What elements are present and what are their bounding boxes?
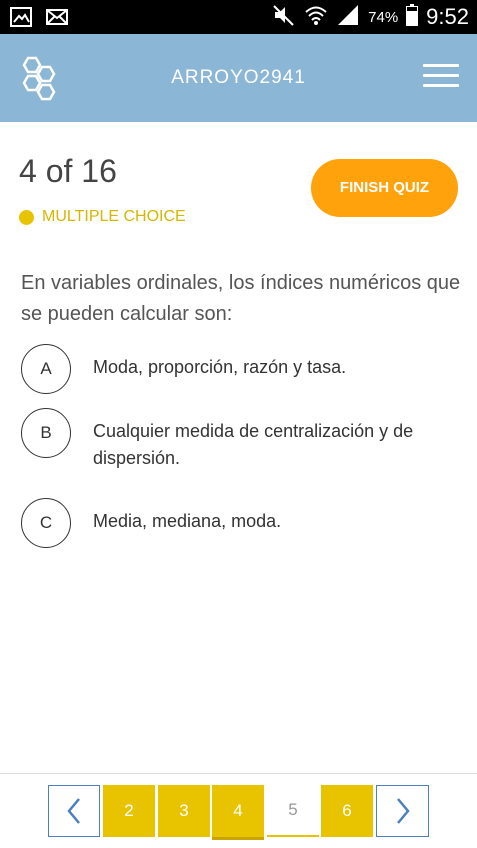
footer-divider: [0, 773, 477, 774]
option-c-text[interactable]: Media, mediana, moda.: [93, 498, 458, 548]
option-b-letter[interactable]: B: [21, 408, 71, 458]
signal-icon: [336, 3, 360, 32]
page-button-5[interactable]: 5: [267, 785, 319, 837]
battery-icon: [406, 3, 419, 31]
wifi-icon: [304, 3, 328, 32]
battery-percentage: 74%: [368, 8, 399, 26]
page-button-4-current[interactable]: 4: [212, 785, 264, 840]
mute-icon: [272, 3, 296, 32]
question-type-label: MULTIPLE CHOICE: [42, 208, 186, 225]
mail-icon: [46, 7, 68, 32]
status-bar: 74% 9:52: [0, 0, 477, 34]
header-title: ARROYO2941: [171, 67, 306, 88]
option-a-text[interactable]: Moda, proporción, razón y tasa.: [93, 344, 458, 394]
hamburger-menu-icon[interactable]: [423, 64, 459, 92]
chevron-right-icon: [396, 798, 410, 824]
option-c[interactable]: C Media, mediana, moda.: [21, 498, 461, 548]
next-page-button[interactable]: [376, 785, 429, 837]
question-type-dot: [19, 209, 34, 225]
question-type: MULTIPLE CHOICE: [19, 208, 186, 226]
image-icon: [10, 7, 32, 32]
option-c-letter[interactable]: C: [21, 498, 71, 548]
page-button-3[interactable]: 3: [158, 785, 210, 837]
question-text: En variables ordinales, los índices numé…: [21, 272, 461, 325]
option-b-text[interactable]: Cualquier medida de centralización y de …: [93, 408, 458, 472]
page-button-6[interactable]: 6: [321, 785, 373, 837]
option-a[interactable]: A Moda, proporción, razón y tasa.: [21, 344, 461, 394]
chevron-left-icon: [67, 798, 80, 824]
page-button-2[interactable]: 2: [103, 785, 155, 837]
option-a-letter[interactable]: A: [21, 344, 71, 394]
clock: 9:52: [426, 4, 469, 29]
option-b[interactable]: B Cualquier medida de centralización y d…: [21, 408, 461, 472]
question-progress: 4 of 16: [19, 153, 117, 189]
previous-page-button[interactable]: [48, 785, 100, 837]
app-header: ARROYO2941: [0, 34, 477, 122]
finish-quiz-button[interactable]: FINISH QUIZ: [311, 159, 458, 217]
